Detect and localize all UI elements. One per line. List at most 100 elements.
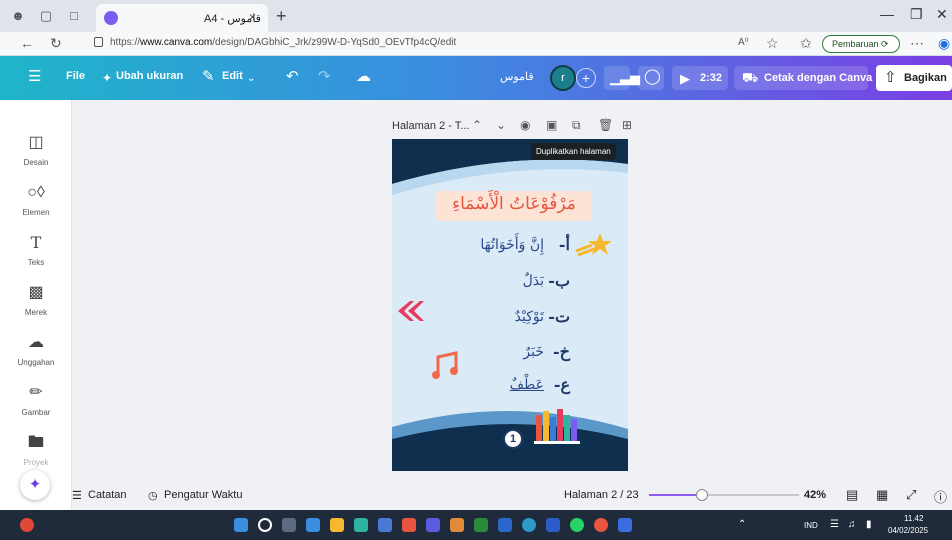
canva-favicon-icon	[104, 11, 118, 25]
tab-actions-icon[interactable]: □	[66, 8, 82, 24]
volume-icon[interactable]: ♫	[848, 519, 856, 530]
search-icon[interactable]	[258, 518, 272, 532]
restore-icon[interactable]: ❐	[910, 6, 923, 23]
shapes-icon: ○◊	[27, 184, 45, 201]
back-icon[interactable]: ←	[20, 35, 34, 51]
workspaces-icon[interactable]: ▢	[38, 8, 54, 24]
zoom-slider-handle[interactable]	[695, 489, 708, 501]
refresh-icon[interactable]: ↻	[50, 35, 62, 52]
tray-chevron-icon[interactable]: ⌃	[738, 519, 746, 530]
chevron-down-icon[interactable]: ⌄	[247, 70, 255, 88]
minimize-icon[interactable]: —	[880, 6, 894, 22]
battery-icon[interactable]: ▮	[866, 519, 872, 530]
help-icon[interactable]: ⓘ	[934, 487, 947, 506]
zoom-slider[interactable]	[649, 489, 799, 501]
lock-icon[interactable]	[94, 37, 103, 47]
sidebar-item-brand[interactable]: ▩ Merek	[0, 282, 72, 330]
item-text[interactable]: إِنَّ وَأَخَوَاتُهَا	[480, 237, 544, 253]
app-icon[interactable]	[450, 518, 464, 532]
wifi-icon[interactable]: ☰	[830, 519, 839, 530]
favorite-star-icon[interactable]: ☆	[766, 35, 779, 52]
print-with-canva-button[interactable]: ⛟ Cetak dengan Canva	[734, 66, 872, 90]
window-close-icon[interactable]: ✕	[936, 6, 948, 23]
file-menu[interactable]: File	[66, 70, 85, 82]
invite-button[interactable]: +	[576, 68, 596, 88]
item-text[interactable]: عَطْفٌ	[510, 377, 544, 393]
start-button-icon[interactable]	[234, 518, 248, 532]
item-text[interactable]: خَبَرٌ	[523, 344, 544, 360]
design-heading[interactable]: مَرْفُوْعَاتُ الْأَسْمَاءِ	[436, 194, 592, 214]
language-indicator[interactable]: IND	[804, 521, 818, 530]
magic-assistant-button[interactable]: ✦	[20, 470, 50, 500]
sidebar-item-text[interactable]: T Teks	[0, 232, 72, 280]
page-title[interactable]: Halaman 2 - T...	[392, 120, 469, 132]
edge-active-icon[interactable]	[522, 518, 536, 532]
browser-tab-active[interactable]: A4 - قاموس ×	[96, 4, 268, 32]
layout-icon: ◫	[28, 134, 44, 151]
firefox-icon[interactable]	[402, 518, 416, 532]
store-icon[interactable]	[378, 518, 392, 532]
cloud-save-icon[interactable]: ☁	[356, 68, 371, 86]
browser-app-icon[interactable]	[498, 518, 512, 532]
menu-icon[interactable]: ☰	[28, 68, 41, 86]
file-explorer-icon[interactable]	[330, 518, 344, 532]
add-page-icon[interactable]: ⊞	[622, 118, 632, 132]
sidebar-item-elements[interactable]: ○◊ Elemen	[0, 182, 72, 230]
favorites-bar-icon[interactable]: ✩	[800, 35, 812, 52]
zoom-level[interactable]: 42%	[804, 489, 826, 501]
more-icon[interactable]: ⋯	[910, 35, 924, 52]
item-letter: أ-	[558, 235, 570, 254]
share-button[interactable]: ⇧ Bagikan	[876, 65, 952, 91]
sidebar-item-uploads[interactable]: ☁ Unggahan	[0, 332, 72, 380]
notes-button[interactable]: Catatan	[88, 489, 127, 501]
timer-button[interactable]: Pengatur Waktu	[164, 489, 242, 501]
photos-icon[interactable]	[618, 518, 632, 532]
edit-button[interactable]: Edit	[222, 70, 243, 82]
game-icon[interactable]	[474, 518, 488, 532]
copilot-icon[interactable]: ◉	[938, 35, 950, 52]
task-view-icon[interactable]	[282, 518, 296, 532]
chevron-down-icon[interactable]: ⌄	[496, 118, 506, 132]
insights-button[interactable]: ▁▃▅	[604, 66, 640, 90]
new-tab-button[interactable]: +	[276, 6, 287, 27]
fullscreen-icon[interactable]: ⤢	[906, 487, 916, 503]
profile-icon[interactable]: ☻	[10, 8, 26, 24]
sidebar-item-design[interactable]: ◫ Desain	[0, 132, 72, 180]
eye-icon[interactable]: ◉	[520, 118, 530, 132]
read-aloud-icon[interactable]: A⁰	[738, 37, 749, 48]
clock-date[interactable]: 04/02/2025	[888, 526, 928, 535]
duplicate-icon[interactable]: ⧉	[572, 118, 581, 133]
grid-view-icon[interactable]: ▦	[876, 487, 888, 503]
whatsapp-icon[interactable]	[570, 518, 584, 532]
clock-time[interactable]: 11.42	[904, 514, 923, 523]
sidebar-item-draw[interactable]: ✏ Gambar	[0, 382, 72, 430]
url-field[interactable]: https://www.canva.com/design/DAGbhiC_Jrk…	[110, 37, 456, 48]
duplicate-page-tooltip: Duplikatkan halaman	[531, 143, 616, 160]
chrome-icon[interactable]	[594, 518, 608, 532]
item-text[interactable]: بَدَلٌ	[523, 273, 544, 289]
weather-widget-icon[interactable]	[20, 518, 34, 532]
brand-icon: ▩	[28, 284, 44, 301]
tab-close-icon[interactable]: ×	[249, 10, 256, 24]
present-button[interactable]: ▶ 2:32	[672, 66, 728, 90]
pages-view-icon[interactable]: ▤	[846, 487, 858, 503]
undo-icon[interactable]: ↶	[286, 68, 299, 86]
sidebar-item-label: Merek	[24, 308, 48, 317]
design-page[interactable]: مَرْفُوْعَاتُ الْأَسْمَاءِ أ- إِنَّ وَأَ…	[392, 139, 628, 471]
page-indicator[interactable]: Halaman 2 / 23	[564, 489, 639, 501]
document-title[interactable]: قاموس	[500, 70, 534, 83]
lock-icon[interactable]: ▣	[546, 118, 557, 132]
redo-icon[interactable]: ↷	[318, 68, 331, 86]
sidebar-item-label: Elemen	[22, 208, 50, 217]
word-icon[interactable]	[546, 518, 560, 532]
widgets-icon[interactable]	[306, 518, 320, 532]
resize-button[interactable]: Ubah ukuran	[116, 70, 183, 82]
item-text[interactable]: تَوْكِيْدٌ	[515, 309, 544, 325]
teams-icon[interactable]	[426, 518, 440, 532]
trash-icon[interactable]: 🗑	[598, 118, 613, 132]
avatar[interactable]: r	[550, 65, 576, 91]
update-button[interactable]: Pembaruan ⟳	[822, 35, 900, 53]
chevron-up-icon[interactable]: ⌃	[472, 118, 482, 132]
edge-icon[interactable]	[354, 518, 368, 532]
comment-button[interactable]: ◯	[638, 66, 664, 90]
